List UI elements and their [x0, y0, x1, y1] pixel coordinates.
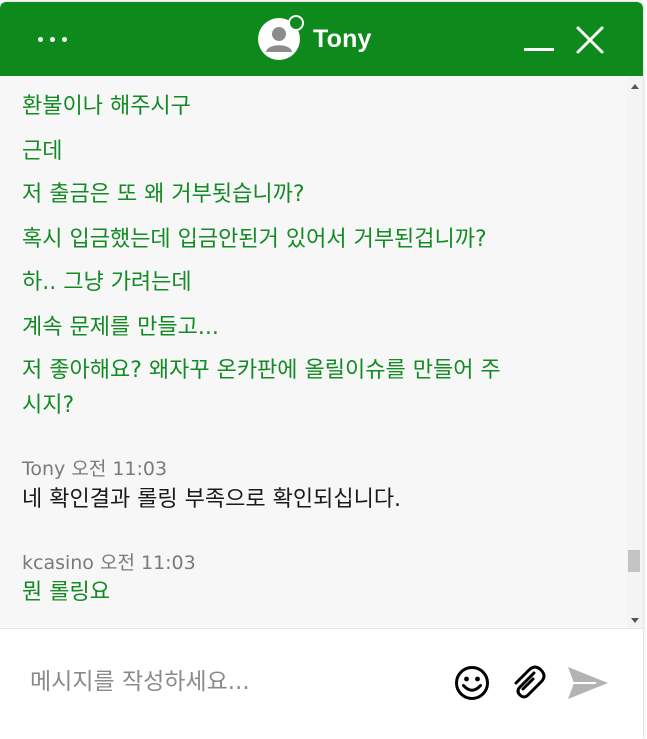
- emoji-button[interactable]: [452, 663, 492, 703]
- agent-info: Tony: [258, 15, 372, 62]
- paperclip-icon: [514, 665, 546, 699]
- chat-header: Tony: [0, 2, 643, 76]
- send-icon: [568, 667, 608, 699]
- message-time: 오전 11:03: [99, 552, 196, 574]
- customer-message: 저 좋아해요? 왜자꾸 온카판에 올릴이슈를 만들어 주: [22, 358, 501, 383]
- customer-message: 혹시 입금했는데 입금안된거 있어서 거부된겁니까?: [22, 227, 487, 252]
- sender-name: Tony: [22, 458, 66, 480]
- attach-button[interactable]: [508, 663, 548, 703]
- sender-name: kcasino: [22, 552, 94, 574]
- emoji-icon: [455, 666, 489, 700]
- message-time: 오전 11:03: [71, 458, 168, 480]
- message-input[interactable]: [28, 659, 432, 705]
- agent-message: 네 확인결과 롤링 부족으로 확인되십니다.: [22, 487, 402, 512]
- scroll-down-arrow-icon[interactable]: [631, 618, 639, 623]
- close-icon: [576, 26, 604, 54]
- chat-window: Tony 환불이나 해주시구 근데 저 출금은 또 왜 거부됫습니까? 혹시 입…: [0, 2, 643, 739]
- message-meta: Tony 오전 11:03: [22, 454, 167, 481]
- message-composer: [0, 628, 643, 739]
- ellipsis-icon: [34, 36, 70, 42]
- menu-button[interactable]: [28, 24, 76, 54]
- message-meta: kcasino 오전 11:03: [22, 548, 196, 575]
- message-scrollbar[interactable]: [627, 76, 643, 628]
- minimize-button[interactable]: [520, 24, 556, 60]
- customer-message: 하.. 그냥 가려는데: [22, 270, 192, 295]
- close-button[interactable]: [572, 22, 608, 58]
- agent-name: Tony: [313, 24, 372, 53]
- customer-message: 근데: [22, 139, 63, 164]
- customer-message: 저 출금은 또 왜 거부됫습니까?: [22, 182, 305, 207]
- scrollbar-thumb[interactable]: [628, 550, 640, 572]
- send-button[interactable]: [566, 663, 610, 703]
- customer-message: 계속 문제를 만들고...: [22, 315, 219, 340]
- online-status-indicator: [288, 15, 304, 31]
- avatar: [258, 15, 304, 60]
- scroll-up-arrow-icon[interactable]: [631, 84, 639, 89]
- customer-message: 환불이나 해주시구: [22, 94, 191, 119]
- message-list[interactable]: 환불이나 해주시구 근데 저 출금은 또 왜 거부됫습니까? 혹시 입금했는데 …: [0, 76, 627, 628]
- customer-message: 뭔 롤링요: [22, 580, 110, 605]
- minimize-icon: [524, 48, 554, 51]
- customer-message-continued: 시지?: [22, 393, 75, 418]
